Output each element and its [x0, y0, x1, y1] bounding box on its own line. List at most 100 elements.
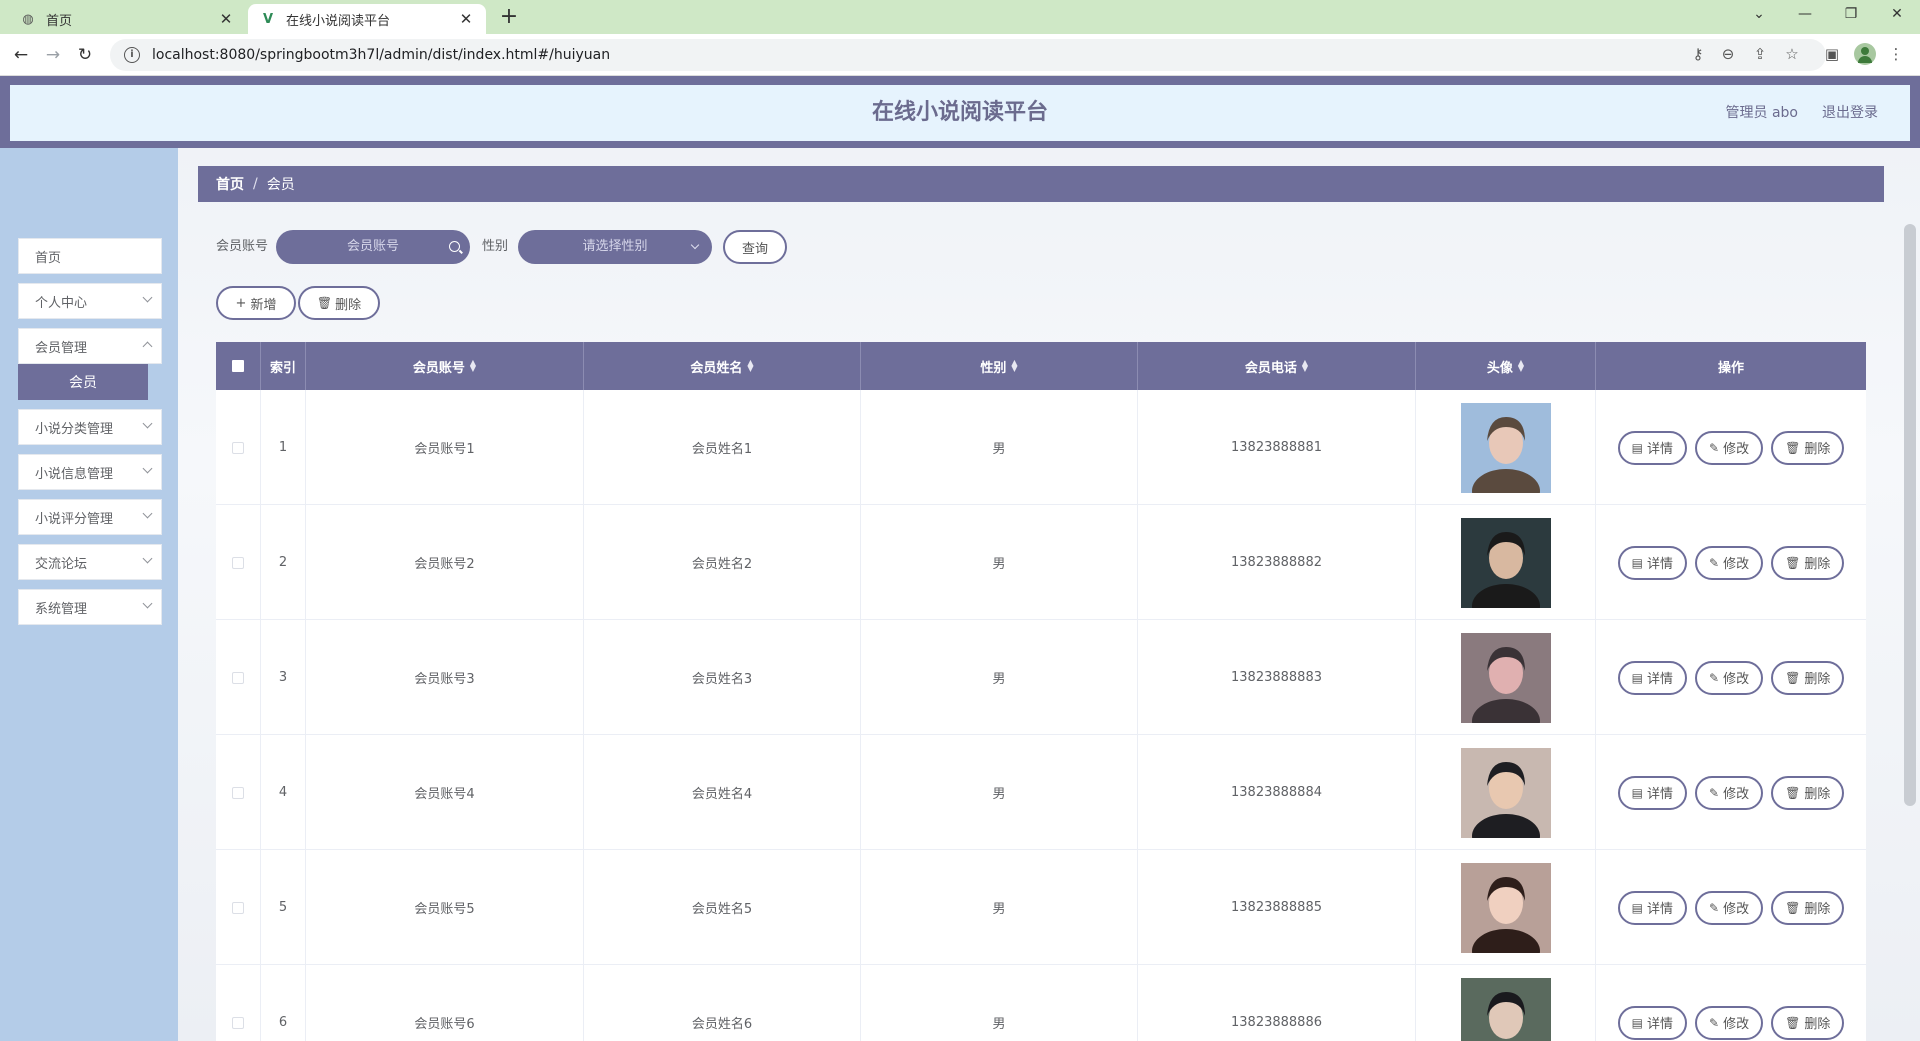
profile-avatar-icon[interactable] [1854, 43, 1876, 65]
breadcrumb: 首页 / 会员 [198, 166, 1884, 202]
add-button[interactable]: + 新增 [216, 286, 296, 320]
row-checkbox[interactable] [232, 441, 244, 454]
page-scrollbar[interactable] [1904, 224, 1916, 806]
logout-link[interactable]: 退出登录 [1822, 85, 1878, 141]
breadcrumb-home[interactable]: 首页 [216, 174, 244, 194]
sidebar-item-category-management[interactable]: 小说分类管理 [18, 409, 162, 445]
close-icon[interactable]: ✕ [458, 10, 474, 28]
row-checkbox[interactable] [232, 1016, 244, 1029]
sort-icon: ▲ ▼ [1011, 358, 1018, 373]
cell-name: 会员姓名2 [584, 505, 861, 620]
browser-tab-active[interactable]: V 在线小说阅读平台 ✕ [248, 4, 486, 34]
zoom-icon[interactable]: ⊖ [1716, 42, 1740, 66]
delete-button[interactable]: 🗑 删除 [1771, 660, 1845, 695]
select-all-checkbox[interactable] [232, 360, 244, 372]
edit-button[interactable]: ✎ 修改 [1695, 430, 1764, 465]
delete-button[interactable]: 🗑 删除 [1771, 430, 1845, 465]
window-close-icon[interactable]: ✕ [1874, 0, 1920, 30]
table-row: 6 会员账号6 会员姓名6 男 13823888886 ▤ 详情 ✎ 修改 🗑 删除 [216, 965, 1866, 1041]
back-icon[interactable]: ← [8, 42, 34, 68]
detail-button[interactable]: ▤ 详情 [1617, 545, 1688, 580]
sort-icon: ▲ ▼ [469, 358, 477, 373]
close-icon[interactable]: ✕ [218, 10, 234, 28]
row-checkbox-cell[interactable] [216, 850, 261, 965]
edit-button[interactable]: ✎ 修改 [1695, 545, 1764, 580]
avatar[interactable] [1460, 862, 1551, 953]
col-gender[interactable]: 性别 ▲ ▼ [861, 342, 1138, 390]
cell-avatar [1416, 735, 1596, 850]
detail-button[interactable]: ▤ 详情 [1617, 660, 1688, 695]
edit-button[interactable]: ✎ 修改 [1695, 775, 1764, 810]
trash-icon: 🗑 [1785, 1015, 1801, 1030]
account-search-input[interactable]: 会员账号 [276, 230, 470, 264]
row-checkbox-cell[interactable] [216, 505, 261, 620]
row-checkbox-cell[interactable] [216, 620, 261, 735]
col-avatar[interactable]: 头像 ▲ ▼ [1416, 342, 1596, 390]
avatar[interactable] [1460, 402, 1551, 493]
cell-actions: ▤ 详情 ✎ 修改 🗑 删除 [1596, 620, 1866, 735]
share-icon[interactable]: ⇪ [1748, 42, 1772, 66]
delete-button[interactable]: 🗑 删除 [1771, 890, 1845, 925]
site-title: 在线小说阅读平台 [871, 100, 1048, 125]
sidebar-subitem-member[interactable]: 会员 [18, 364, 148, 400]
detail-button[interactable]: ▤ 详情 [1617, 430, 1688, 465]
tab-search-icon[interactable]: ⌄ [1736, 0, 1782, 30]
edit-button[interactable]: ✎ 修改 [1695, 1005, 1764, 1040]
table-row: 2 会员账号2 会员姓名2 男 13823888882 ▤ 详情 ✎ 修改 🗑 删除 [216, 505, 1866, 620]
batch-delete-button[interactable]: 🗑 删除 [298, 286, 380, 320]
avatar[interactable] [1460, 517, 1551, 608]
sidebar-item-member-management[interactable]: 会员管理 [18, 328, 162, 364]
row-checkbox[interactable] [232, 556, 244, 569]
row-checkbox[interactable] [232, 671, 244, 684]
cell-account: 会员账号6 [306, 965, 584, 1041]
sidebar-item-home[interactable]: 首页 [18, 238, 162, 274]
forward-icon[interactable]: → [40, 42, 66, 68]
avatar[interactable] [1460, 747, 1551, 838]
col-name[interactable]: 会员姓名 ▲ ▼ [584, 342, 861, 390]
row-checkbox-cell[interactable] [216, 390, 261, 505]
query-button[interactable]: 查询 [723, 230, 787, 264]
reload-icon[interactable]: ↻ [72, 42, 98, 68]
row-checkbox-cell[interactable] [216, 965, 261, 1041]
col-phone[interactable]: 会员电话 ▲ ▼ [1138, 342, 1416, 390]
browser-tab-home[interactable]: ◍ 首页 ✕ [8, 4, 246, 34]
detail-button[interactable]: ▤ 详情 [1617, 775, 1688, 810]
restore-icon[interactable]: ❐ [1828, 0, 1874, 30]
col-account[interactable]: 会员账号 ▲ ▼ [306, 342, 584, 390]
cell-name: 会员姓名6 [584, 965, 861, 1041]
document-icon: ▤ [1631, 555, 1643, 570]
row-checkbox[interactable] [232, 786, 244, 799]
new-tab-icon[interactable]: + [496, 5, 522, 31]
edit-button[interactable]: ✎ 修改 [1695, 890, 1764, 925]
key-icon[interactable]: ⚷ [1686, 42, 1710, 66]
gender-label: 性别 [482, 239, 509, 254]
avatar[interactable] [1460, 977, 1551, 1041]
detail-button[interactable]: ▤ 详情 [1617, 1005, 1688, 1040]
sidebar-item-label: 首页 [35, 250, 62, 266]
site-info-icon[interactable]: i [124, 47, 140, 63]
detail-button[interactable]: ▤ 详情 [1617, 890, 1688, 925]
sidebar-item-profile[interactable]: 个人中心 [18, 283, 162, 319]
side-panel-icon[interactable]: ▣ [1820, 42, 1844, 66]
sidebar-item-rating-management[interactable]: 小说评分管理 [18, 499, 162, 535]
row-checkbox-cell[interactable] [216, 735, 261, 850]
delete-button[interactable]: 🗑 删除 [1771, 1005, 1845, 1040]
sidebar-item-system[interactable]: 系统管理 [18, 589, 162, 625]
row-checkbox[interactable] [232, 901, 244, 914]
pencil-icon: ✎ [1709, 1015, 1720, 1030]
select-all-checkbox-cell[interactable] [216, 342, 261, 390]
sidebar-item-novel-management[interactable]: 小说信息管理 [18, 454, 162, 490]
gender-select[interactable]: 请选择性别 [518, 230, 712, 264]
delete-button[interactable]: 🗑 删除 [1771, 545, 1845, 580]
cell-actions: ▤ 详情 ✎ 修改 🗑 删除 [1596, 390, 1866, 505]
delete-button[interactable]: 🗑 删除 [1771, 775, 1845, 810]
menu-kebab-icon[interactable]: ⋮ [1884, 42, 1908, 66]
cell-gender: 男 [861, 850, 1138, 965]
url-field[interactable]: i localhost:8080/springbootm3h7l/admin/d… [110, 39, 1826, 71]
bookmark-star-icon[interactable]: ☆ [1780, 42, 1804, 66]
edit-button[interactable]: ✎ 修改 [1695, 660, 1764, 695]
minimize-icon[interactable]: — [1782, 0, 1828, 30]
sidebar-item-forum[interactable]: 交流论坛 [18, 544, 162, 580]
cell-account: 会员账号5 [306, 850, 584, 965]
avatar[interactable] [1460, 632, 1551, 723]
